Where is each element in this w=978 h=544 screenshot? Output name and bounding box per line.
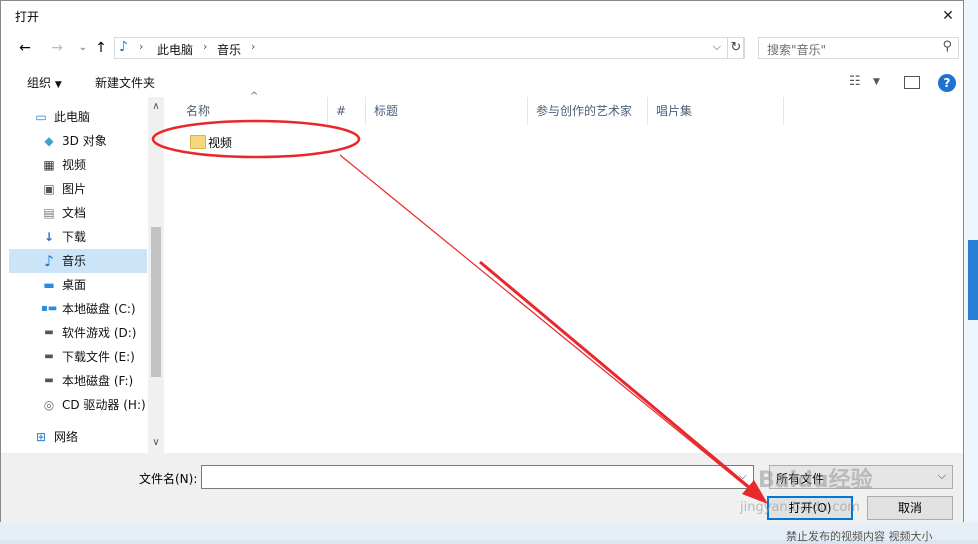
background-window-edge [964, 0, 978, 540]
navigation-pane: ▭ 此电脑 ◆ 3D 对象 ▦ 视频 ▣ 图片 ▤ 文档 ↓ 下载 ♪ 音乐 ▬ [9, 97, 165, 453]
picture-icon: ▣ [43, 182, 55, 196]
list-item[interactable]: 视频 [186, 131, 336, 153]
sidebar-item-documents[interactable]: ▤ 文档 [9, 201, 147, 225]
search-input[interactable]: 搜索"音乐" ⚲ [758, 37, 959, 59]
sidebar-item-videos[interactable]: ▦ 视频 [9, 153, 147, 177]
film-icon: ▦ [43, 158, 55, 172]
music-note-icon: ♪ [119, 39, 128, 55]
sidebar-item-music[interactable]: ♪ 音乐 [9, 249, 147, 273]
view-options-icon[interactable]: ☷ [849, 74, 861, 89]
column-header-artists[interactable]: 参与创作的艺术家 [528, 97, 648, 125]
open-file-dialog: 打开 ✕ ← → ⌄ ↑ ♪ › 此电脑 › 音乐 › ⌵ ↻ 搜索"音乐" ⚲… [0, 0, 964, 523]
folder-icon [190, 135, 206, 149]
view-dropdown-caret-icon[interactable]: ▼ [873, 77, 880, 87]
recent-locations-chevron-icon[interactable]: ⌄ [73, 37, 93, 59]
title-bar: 打开 ✕ [1, 1, 963, 31]
cd-drive-icon: ◎ [43, 398, 55, 412]
watermark-logo: Baidu经验 [758, 468, 873, 493]
computer-icon: ▭ [35, 110, 47, 124]
dropdown-caret-icon: ▼ [54, 80, 62, 90]
cube-icon: ◆ [44, 134, 54, 148]
address-bar[interactable]: ♪ › 此电脑 › 音乐 › ⌵ [114, 37, 744, 59]
new-folder-button[interactable]: 新建文件夹 [95, 74, 155, 91]
column-header-number[interactable]: # [328, 97, 366, 125]
music-note-icon: ♪ [44, 252, 54, 270]
navigation-pane-scrollbar[interactable]: ∧ ∨ [148, 97, 164, 453]
close-icon[interactable]: ✕ [937, 5, 959, 27]
search-placeholder: 搜索"音乐" [767, 43, 827, 57]
help-icon[interactable]: ? [938, 74, 956, 92]
filename-input[interactable]: ⌵ [201, 465, 754, 489]
sidebar-item-label: 此电脑 [54, 110, 91, 124]
organize-button[interactable]: 组织 ▼ [27, 74, 62, 91]
scrollbar-thumb[interactable] [151, 227, 161, 377]
sidebar-item-drive-f[interactable]: ▬ 本地磁盘 (F:) [9, 369, 147, 393]
sidebar-item-label: 视频 [62, 158, 87, 172]
sidebar-item-label: 下载文件 (E:) [62, 350, 135, 364]
sidebar-item-drive-e[interactable]: ▬ 下载文件 (E:) [9, 345, 147, 369]
drive-icon: ▬ [44, 351, 54, 362]
sidebar-item-label: 本地磁盘 (F:) [62, 374, 134, 388]
sidebar-item-label: 软件游戏 (D:) [62, 326, 137, 340]
background-blue-block [968, 240, 978, 320]
column-header-name[interactable]: 名称 [178, 97, 328, 125]
up-arrow-icon[interactable]: ↑ [91, 37, 111, 59]
sidebar-item-drive-c[interactable]: ▪▬ 本地磁盘 (C:) [9, 297, 147, 321]
column-header-album[interactable]: 唱片集 [648, 97, 784, 125]
network-icon: ⊞ [35, 430, 47, 444]
download-arrow-icon: ↓ [43, 230, 55, 244]
windows-drive-icon: ▪▬ [41, 303, 58, 314]
filename-dropdown-icon[interactable]: ⌵ [739, 469, 747, 483]
search-icon: ⚲ [942, 39, 952, 54]
filename-label: 文件名(N): [139, 472, 198, 486]
watermark-url: jingyan.baidu.com [740, 500, 860, 515]
toolbar: 组织 ▼ 新建文件夹 ☷ ▼ ? [1, 67, 963, 97]
sidebar-item-downloads[interactable]: ↓ 下载 [9, 225, 147, 249]
sidebar-item-label: 图片 [62, 182, 87, 196]
preview-pane-icon[interactable] [904, 76, 920, 89]
sidebar-item-this-pc[interactable]: ▭ 此电脑 [9, 105, 147, 129]
background-text: 禁止发布的视频内容 视频大小 [786, 530, 933, 543]
sidebar-item-pictures[interactable]: ▣ 图片 [9, 177, 147, 201]
sidebar-item-label: 文档 [62, 206, 87, 220]
cancel-button[interactable]: 取消 [867, 496, 953, 520]
file-list: ^ 名称 # 标题 参与创作的艺术家 唱片集 视频 [166, 91, 956, 453]
drive-icon: ▬ [44, 375, 54, 386]
sidebar-item-network[interactable]: ⊞ 网络 [9, 425, 147, 449]
sidebar-item-drive-d[interactable]: ▬ 软件游戏 (D:) [9, 321, 147, 345]
sidebar-item-cd-drive-h[interactable]: ◎ CD 驱动器 (H:) [9, 393, 147, 417]
refresh-icon[interactable]: ↻ [727, 37, 745, 59]
sidebar-item-label: 下载 [62, 230, 87, 244]
back-arrow-icon[interactable]: ← [15, 37, 35, 59]
scroll-down-icon[interactable]: ∨ [148, 437, 164, 448]
sidebar-item-label: 网络 [54, 430, 79, 444]
forward-arrow-icon[interactable]: → [47, 37, 67, 59]
sidebar-item-3d-objects[interactable]: ◆ 3D 对象 [9, 129, 147, 153]
window-title: 打开 [15, 10, 40, 24]
sidebar-item-label: CD 驱动器 (H:) [62, 398, 146, 412]
sidebar-item-label: 音乐 [62, 254, 87, 268]
document-icon: ▤ [43, 206, 55, 220]
sidebar-item-label: 3D 对象 [62, 134, 107, 148]
sidebar-item-label: 桌面 [62, 278, 87, 292]
chevron-right-icon[interactable]: › [251, 40, 255, 53]
chevron-down-icon: ⌵ [937, 469, 946, 482]
desktop-icon: ▬ [43, 278, 55, 292]
drive-icon: ▬ [44, 327, 54, 338]
sidebar-item-desktop[interactable]: ▬ 桌面 [9, 273, 147, 297]
organize-label: 组织 [27, 76, 52, 90]
file-name: 视频 [208, 136, 233, 150]
sidebar-item-label: 本地磁盘 (C:) [62, 302, 136, 316]
scroll-up-icon[interactable]: ∧ [148, 101, 164, 112]
breadcrumb-music[interactable]: 音乐 [217, 41, 241, 58]
chevron-right-icon[interactable]: › [139, 40, 143, 53]
column-header-title[interactable]: 标题 [366, 97, 528, 125]
chevron-right-icon[interactable]: › [203, 40, 207, 53]
navigation-bar: ← → ⌄ ↑ ♪ › 此电脑 › 音乐 › ⌵ ↻ 搜索"音乐" ⚲ [1, 33, 963, 63]
address-dropdown-icon[interactable]: ⌵ [713, 40, 721, 54]
breadcrumb-this-pc[interactable]: 此电脑 [157, 41, 193, 58]
